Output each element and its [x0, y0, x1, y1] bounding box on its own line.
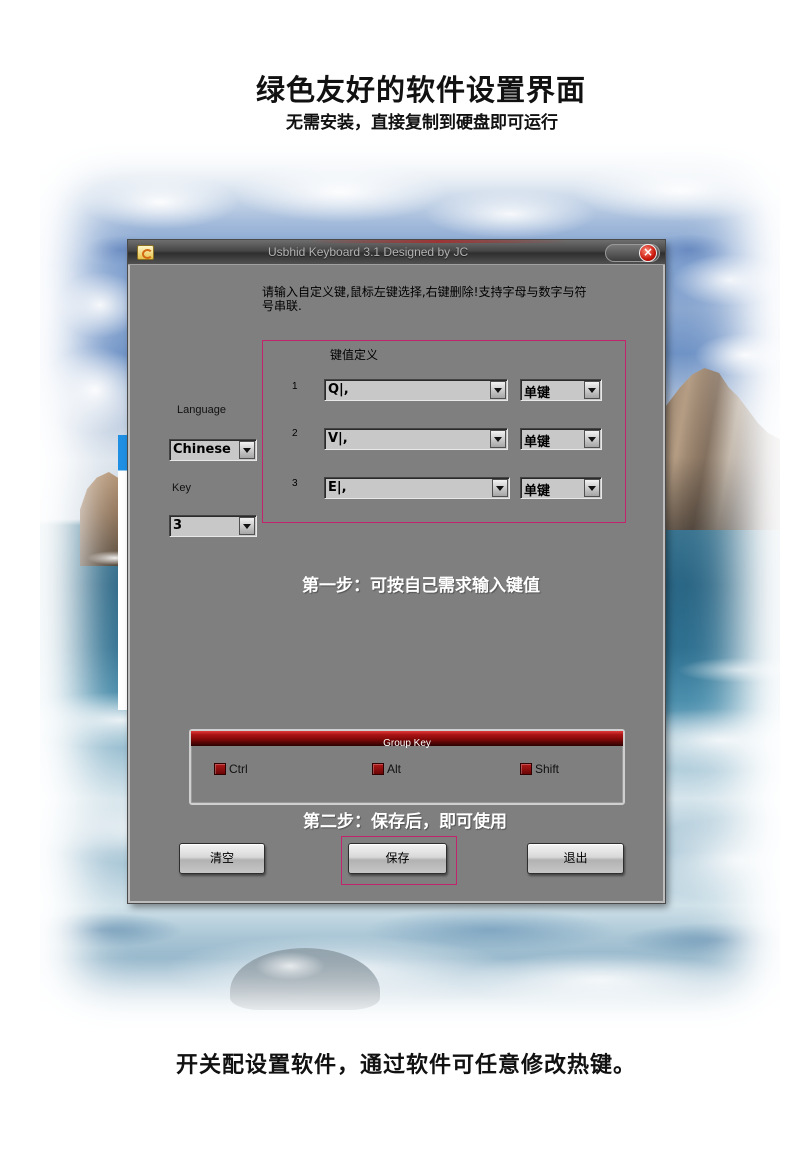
- close-button[interactable]: ×: [639, 244, 657, 262]
- key-mode-value: 单键: [524, 386, 551, 401]
- chevron-down-icon: [496, 486, 504, 491]
- step-one-caption: 第一步：可按自己需求输入键值: [302, 576, 540, 596]
- key-definition-panel: 键值定义 1 Q|, 单键 2 V|, 单键 3 E|, 单键: [262, 340, 626, 523]
- key-count-dropdown-button[interactable]: [239, 517, 255, 535]
- window-title: Usbhid Keyboard 3.1 Designed by JC: [268, 245, 469, 259]
- exit-button[interactable]: 退出: [527, 843, 624, 874]
- language-value: Chinese: [173, 442, 231, 457]
- shift-checkbox[interactable]: [520, 763, 532, 775]
- key-value: Q|,: [328, 382, 349, 397]
- chevron-down-icon: [588, 388, 596, 393]
- save-button-label: 保存: [385, 851, 410, 865]
- clear-button[interactable]: 清空: [179, 843, 265, 874]
- exit-button-label: 退出: [563, 851, 588, 865]
- chevron-down-icon: [588, 437, 596, 442]
- language-select[interactable]: Chinese: [169, 439, 257, 461]
- language-dropdown-button[interactable]: [239, 441, 255, 459]
- chevron-down-icon: [494, 388, 502, 393]
- alt-checkbox[interactable]: [372, 763, 384, 775]
- group-key-option-alt[interactable]: Alt: [372, 762, 442, 777]
- key-mode-select-2[interactable]: 单键: [520, 428, 602, 450]
- promo-footer: 开关配设置软件，通过软件可任意修改热键。: [175, 1053, 636, 1078]
- ctrl-label: Ctrl: [229, 762, 248, 776]
- step-two-caption: 第二步：保存后，即可使用: [303, 812, 507, 832]
- key-row-index: 2: [292, 428, 298, 439]
- key-mode-dropdown-button[interactable]: [584, 430, 600, 448]
- key-mode-dropdown-button[interactable]: [584, 479, 600, 497]
- ctrl-checkbox[interactable]: [214, 763, 226, 775]
- key-value-select-2[interactable]: V|,: [324, 428, 508, 450]
- promo-subtitle: 无需安装，直接复制到硬盘即可运行: [286, 113, 558, 133]
- group-key-option-shift[interactable]: Shift: [520, 762, 590, 777]
- instructions-text: 请输入自定义键,鼠标左键选择,右键删除!支持字母与数字与符号串联.: [262, 285, 587, 313]
- chevron-down-icon: [494, 437, 502, 442]
- key-mode-select-1[interactable]: 单键: [520, 379, 602, 401]
- chevron-down-icon: [243, 524, 251, 529]
- key-count-value: 3: [173, 518, 183, 533]
- close-icon: ×: [642, 245, 654, 259]
- key-row-index: 1: [292, 381, 298, 392]
- key-value-dropdown-button[interactable]: [490, 430, 506, 448]
- promo-title: 绿色友好的软件设置界面: [255, 73, 586, 107]
- key-count-label: Key: [172, 482, 191, 494]
- app-logo-icon: [137, 245, 154, 260]
- group-key-title: Group Key: [383, 738, 431, 749]
- key-definition-heading: 键值定义: [330, 348, 379, 362]
- key-row-index: 3: [292, 478, 298, 489]
- key-value: V|,: [328, 431, 348, 446]
- key-mode-value: 单键: [524, 484, 551, 499]
- key-value-select-1[interactable]: Q|,: [324, 379, 508, 401]
- chevron-down-icon: [588, 486, 596, 491]
- shift-label: Shift: [535, 762, 560, 776]
- clear-button-label: 清空: [209, 851, 234, 865]
- key-mode-value: 单键: [524, 435, 551, 450]
- key-value: E|,: [328, 480, 347, 495]
- alt-label: Alt: [387, 762, 402, 776]
- group-key-header: Group Key: [191, 731, 623, 749]
- save-button[interactable]: 保存: [348, 843, 447, 874]
- group-key-option-ctrl[interactable]: Ctrl: [214, 762, 284, 777]
- group-key-panel: Group Key Ctrl Alt Shift: [189, 729, 625, 805]
- key-value-dropdown-button[interactable]: [492, 479, 508, 497]
- language-label: Language: [177, 404, 226, 416]
- key-mode-select-3[interactable]: 单键: [520, 477, 602, 499]
- title-bar[interactable]: Usbhid Keyboard 3.1 Designed by JC ×: [128, 240, 665, 265]
- key-count-select[interactable]: 3: [169, 515, 257, 537]
- chevron-down-icon: [243, 448, 251, 453]
- key-value-dropdown-button[interactable]: [490, 381, 506, 399]
- title-bar-glow: [308, 240, 568, 243]
- key-mode-dropdown-button[interactable]: [584, 381, 600, 399]
- key-value-select-3[interactable]: E|,: [324, 477, 510, 499]
